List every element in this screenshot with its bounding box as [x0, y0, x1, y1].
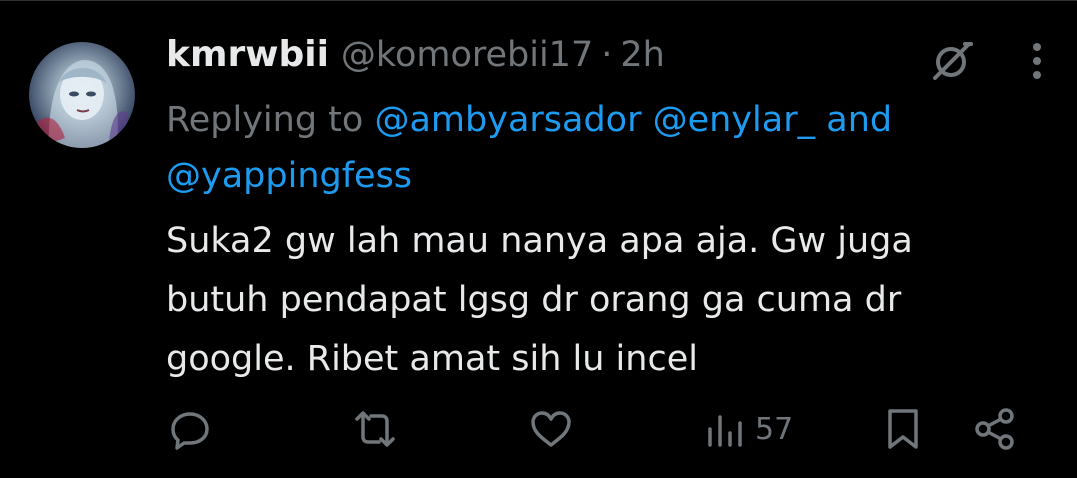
share-button[interactable]: [972, 404, 1018, 454]
reply-button[interactable]: [168, 404, 212, 454]
bookmark-button[interactable]: [885, 404, 921, 454]
retweet-icon: [351, 407, 399, 451]
mention-ambyarsador[interactable]: @ambyarsador: [374, 100, 641, 140]
views-bar-chart-icon: [705, 407, 745, 451]
top-divider: [0, 0, 1077, 1]
share-icon: [972, 406, 1018, 452]
more-vertical-icon[interactable]: [1031, 41, 1043, 81]
mention-joiner: and: [826, 100, 893, 140]
user-handle[interactable]: @komorebii17: [341, 35, 593, 75]
like-button[interactable]: [528, 404, 574, 454]
replying-prefix: Replying to: [166, 100, 364, 140]
replying-to: Replying to @ambyarsador @enylar_ and @ya…: [166, 92, 1006, 204]
avatar[interactable]: [29, 42, 135, 148]
header-actions: [929, 38, 1043, 84]
timestamp[interactable]: 2h: [620, 35, 664, 75]
views-button[interactable]: 57: [705, 404, 793, 454]
retweet-button[interactable]: [351, 404, 399, 454]
separator-dot: ·: [601, 35, 613, 75]
views-count: 57: [755, 411, 794, 447]
tweet-header: kmrwbii @komorebii17 · 2h: [166, 34, 665, 86]
mention-enylar[interactable]: @enylar_: [653, 100, 816, 140]
mention-yappingfess[interactable]: @yappingfess: [166, 156, 412, 196]
display-name[interactable]: kmrwbii: [166, 34, 329, 75]
tweet-text: Suka2 gw lah mau nanya apa aja. Gw juga …: [166, 221, 913, 379]
heart-icon: [528, 407, 574, 451]
bookmark-icon: [885, 406, 921, 452]
action-bar: 57: [0, 404, 1077, 454]
grok-icon[interactable]: [929, 38, 975, 84]
reply-icon: [168, 407, 212, 451]
